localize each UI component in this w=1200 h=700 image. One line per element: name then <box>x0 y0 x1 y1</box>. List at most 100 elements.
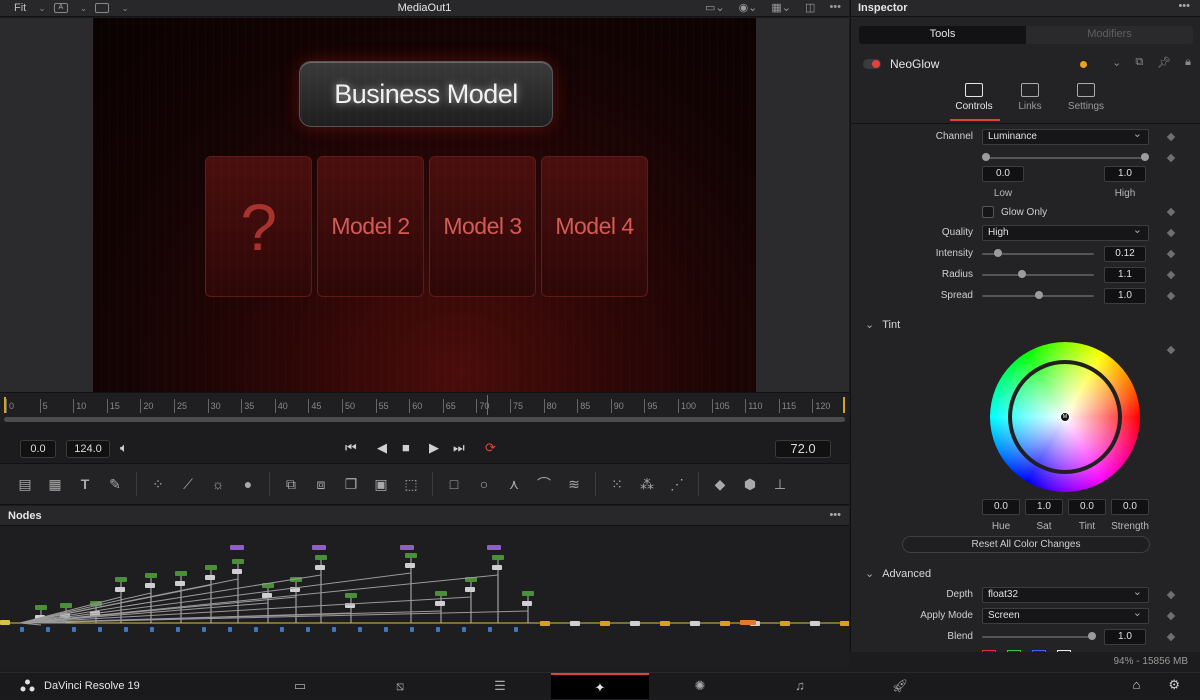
graph-node[interactable] <box>35 605 47 610</box>
merge-tool-icon[interactable]: ⧉ <box>278 471 304 497</box>
graph-node[interactable] <box>332 627 336 632</box>
blend-handle[interactable] <box>1088 632 1096 640</box>
display-icon[interactable] <box>95 3 110 13</box>
lock-icon[interactable]: 🔒︎ <box>1185 56 1191 69</box>
strength-field[interactable]: 0.0 <box>1111 499 1149 515</box>
audio-icon[interactable]: 🔈︎ <box>120 440 128 456</box>
graph-node[interactable] <box>690 621 700 626</box>
page-deliver-icon[interactable]: 🚀︎ <box>851 673 949 699</box>
play-icon[interactable]: ▶ <box>429 440 439 456</box>
graph-node[interactable] <box>570 621 580 626</box>
graph-node[interactable] <box>205 565 217 570</box>
blend-slider[interactable] <box>982 636 1094 638</box>
graph-node[interactable] <box>720 621 730 626</box>
color-wheel-marker[interactable]: M <box>1060 412 1070 422</box>
apply-mode-dropdown[interactable]: Screen <box>982 606 1149 624</box>
graph-node[interactable] <box>435 601 445 606</box>
particle-render-icon[interactable]: ⁂ <box>634 471 660 497</box>
text-tool-icon[interactable]: T <box>72 471 98 497</box>
tool-color-dot[interactable] <box>1080 61 1087 68</box>
dual-viewer-icon[interactable]: ◫ <box>805 1 815 14</box>
keyframe-icon[interactable] <box>1166 207 1176 217</box>
particle-emitter-icon[interactable]: ⁙ <box>604 471 630 497</box>
color-picker-icon[interactable]: ◉⌄ <box>739 1 758 14</box>
graph-node[interactable] <box>205 575 215 580</box>
play-reverse-icon[interactable]: ◀ <box>377 440 387 456</box>
graph-node[interactable] <box>175 571 187 576</box>
graph-node[interactable] <box>492 555 504 560</box>
tool-enable-toggle[interactable] <box>863 59 881 69</box>
graph-node[interactable] <box>462 627 466 632</box>
node-graph[interactable] <box>0 527 849 667</box>
keyframe-icon[interactable] <box>1166 590 1176 600</box>
radius-slider[interactable] <box>982 274 1094 276</box>
keyframe-icon[interactable] <box>1166 611 1176 621</box>
bspline-mask-icon[interactable]: ⌒ <box>531 471 557 497</box>
bitmap-mask-icon[interactable]: ≋ <box>561 471 587 497</box>
tab-tools[interactable]: Tools <box>859 26 1026 44</box>
3d-shape-icon[interactable]: ◆ <box>707 471 733 497</box>
brightness-tool-icon[interactable]: ☼ <box>205 471 231 497</box>
advanced-section-toggle[interactable]: Advanced <box>865 567 931 580</box>
stop-icon[interactable]: ■ <box>402 440 410 455</box>
graph-node[interactable] <box>315 555 327 560</box>
page-color-icon[interactable]: ✺ <box>651 673 749 699</box>
graph-node[interactable] <box>540 621 550 626</box>
timeline-range-bar[interactable] <box>4 417 845 422</box>
tint-section-toggle[interactable]: Tint <box>865 318 900 331</box>
graph-node[interactable] <box>810 621 820 626</box>
tint-field[interactable]: 0.0 <box>1068 499 1106 515</box>
page-edit-icon[interactable]: ☰ <box>451 673 549 699</box>
graph-node[interactable] <box>400 545 414 550</box>
graph-node[interactable] <box>487 545 501 550</box>
image-plane-tool-icon[interactable]: ▦ <box>42 471 68 497</box>
radius-field[interactable]: 1.1 <box>1104 267 1146 283</box>
graph-node[interactable] <box>306 627 310 632</box>
graph-node[interactable] <box>145 583 155 588</box>
chevron-down-icon[interactable]: ⌄ <box>121 3 129 14</box>
low-handle[interactable] <box>982 153 990 161</box>
graph-node[interactable] <box>405 563 415 568</box>
graph-node[interactable] <box>435 591 447 596</box>
radius-handle[interactable] <box>1018 270 1026 278</box>
graph-node[interactable] <box>465 587 475 592</box>
graph-node[interactable] <box>630 621 640 626</box>
tab-modifiers[interactable]: Modifiers <box>1026 26 1193 44</box>
graph-node[interactable] <box>405 553 417 558</box>
gear-icon[interactable]: ⚙ <box>1168 677 1180 693</box>
graph-node[interactable] <box>514 627 518 632</box>
graph-node[interactable] <box>315 565 325 570</box>
home-icon[interactable]: ⌂ <box>1132 677 1140 693</box>
particle-effect-icon[interactable]: ⋰ <box>664 471 690 497</box>
reset-color-button[interactable]: Reset All Color Changes <box>902 536 1150 553</box>
page-fusion-icon[interactable]: ✦ <box>551 673 649 699</box>
inspector-menu-button[interactable]: ••• <box>1178 0 1190 12</box>
page-cut-icon[interactable]: ⧅ <box>351 673 449 699</box>
graph-node[interactable] <box>60 603 72 608</box>
background-tool-icon[interactable]: ▤ <box>12 471 38 497</box>
zoom-fit-dropdown[interactable]: Fit <box>14 2 26 14</box>
blend-field[interactable]: 1.0 <box>1104 629 1146 645</box>
graph-node[interactable] <box>254 627 258 632</box>
page-media-icon[interactable]: ▭ <box>251 673 349 699</box>
render-end-marker[interactable] <box>843 397 845 413</box>
sat-field[interactable]: 1.0 <box>1025 499 1063 515</box>
keyframe-icon[interactable] <box>1166 345 1176 355</box>
graph-node[interactable] <box>522 591 534 596</box>
graph-node[interactable] <box>740 620 756 625</box>
rectangle-mask-icon[interactable]: □ <box>441 471 467 497</box>
3d-merge-icon[interactable]: ⬢ <box>737 471 763 497</box>
graph-node[interactable] <box>488 627 492 632</box>
graph-node[interactable] <box>115 587 125 592</box>
graph-node[interactable] <box>345 593 357 598</box>
graph-node[interactable] <box>175 581 185 586</box>
low-field[interactable]: 0.0 <box>982 166 1024 182</box>
graph-node[interactable] <box>124 627 128 632</box>
playhead[interactable] <box>487 395 488 415</box>
graph-node[interactable] <box>436 627 440 632</box>
chevron-down-icon[interactable]: ⌄ <box>1112 56 1121 69</box>
subtab-controls[interactable]: Controls <box>946 83 1002 112</box>
intensity-handle[interactable] <box>994 249 1002 257</box>
graph-node[interactable] <box>230 545 244 550</box>
graph-node[interactable] <box>46 627 50 632</box>
